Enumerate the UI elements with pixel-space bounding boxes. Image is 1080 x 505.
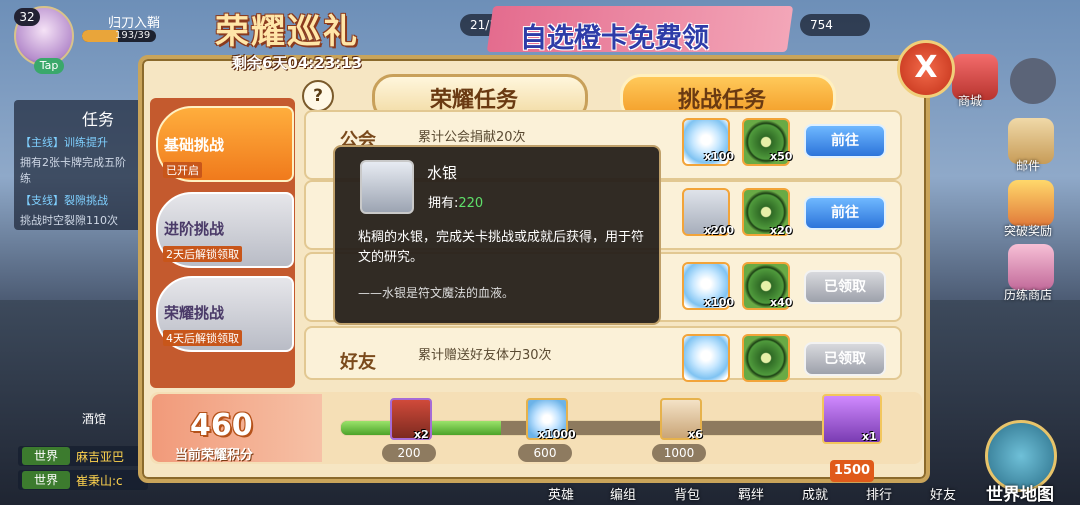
dpad-icon[interactable] [1010,58,1056,104]
milestone-points: 1500 [830,460,874,482]
side-tab-label: 基础挑战 [164,136,225,154]
milestone-points: 200 [382,444,436,462]
help-button[interactable]: ? [302,80,334,112]
task-description: 累计公会捐献20次 [418,130,526,145]
quest-line: 拥有2张卡牌完成五阶 [20,156,126,169]
close-button[interactable]: X [897,40,955,98]
tooltip-description: 粘稠的水银，完成关卡挑战或成就后获得，用于符文的研究。 [358,230,645,265]
side-tab-status: 4天后解锁领取 [163,330,242,346]
rune-wheel-icon[interactable] [742,334,790,382]
tavern-label[interactable]: 酒馆 [82,410,106,427]
reward-qty: x100 [704,150,735,163]
side-tab-status: 2天后解锁领取 [163,246,242,262]
gem-icon[interactable] [682,334,730,382]
side-tab-label: 荣耀挑战 [164,304,225,322]
event-countdown: 剩余6天04:23:13 [232,54,363,72]
tooltip-owned: 拥有:220 [428,192,483,211]
nav-friends[interactable]: 好友 [930,484,956,503]
milestone-points: 600 [518,444,572,462]
reward-qty: x50 [770,150,793,163]
task-category: 好友 [340,352,376,373]
chat-channel-badge: 世界 [22,471,70,489]
milestone-qty: x1 [862,430,877,443]
quest-line[interactable]: 【支线】裂隙挑战 [20,192,108,208]
chat-channel-badge: 世界 [22,447,70,465]
shop-label: 商城 [958,94,983,108]
mail-label: 邮件 [1016,159,1041,173]
exp-text: 193/39 [115,30,151,41]
event-title: 荣耀巡礼 [215,12,359,52]
training-shop-label: 历练商店 [1004,288,1053,302]
side-tab-status: 已开启 [163,162,202,178]
nav-heroes[interactable]: 英雄 [548,484,574,503]
world-map-label: 世界地图 [986,485,1054,505]
breakthrough-reward-label: 突破奖励 [1004,224,1053,238]
claimed-button[interactable]: 已领取 [804,342,886,376]
milestone-qty: x6 [688,428,703,441]
reward-qty: x100 [704,296,735,309]
player-level: 32 [14,8,40,26]
exp-bar-fill [82,30,119,42]
reward-qty: x20 [770,224,793,237]
training-shop-icon[interactable] [1008,244,1054,290]
player-name: 归刀入鞘 [108,16,161,31]
quest-line[interactable]: 【主线】训练提升 [20,134,108,150]
current-score-label: 当前荣耀积分 [175,448,254,463]
milestone-points: 1000 [652,444,706,462]
tap-button[interactable]: Tap [34,58,64,74]
nav-bag[interactable]: 背包 [674,484,700,503]
chat-sender: 崔秉山:c [76,474,123,488]
reward-qty: x200 [704,224,735,237]
chat-sender: 麻吉亚巴 [76,450,125,464]
quest-line: 练 [20,172,31,185]
nav-formation[interactable]: 编组 [610,484,636,503]
nav-achievements[interactable]: 成就 [802,484,828,503]
side-tab-label: 进阶挑战 [164,220,225,238]
quest-line: 挑战时空裂隙110次 [20,214,118,227]
go-button[interactable]: 前往 [804,196,886,230]
go-button[interactable]: 前往 [804,124,886,158]
reward-qty: x40 [770,296,793,309]
tooltip-quote: ——水银是符文魔法的血液。 [358,286,515,300]
task-description: 累计赠送好友体力30次 [418,348,552,363]
resource-counter-2: 754 [800,14,870,36]
nav-ranking[interactable]: 排行 [866,484,892,503]
promo-banner-text: 自选橙卡免费领 [520,23,709,54]
claimed-button[interactable]: 已领取 [804,270,886,304]
tooltip-owned-label: 拥有: [428,196,459,211]
current-score: 460 [190,408,253,443]
nav-bonds[interactable]: 羁绊 [738,484,764,503]
tooltip-item-name: 水银 [427,164,458,182]
breakthrough-reward-icon[interactable] [1008,180,1054,226]
quest-title: 任务 [82,110,115,129]
milestone-qty: x2 [414,428,429,441]
mercury-icon [360,160,414,214]
tooltip-owned-value: 220 [458,196,484,211]
milestone-qty: x1000 [538,428,576,441]
